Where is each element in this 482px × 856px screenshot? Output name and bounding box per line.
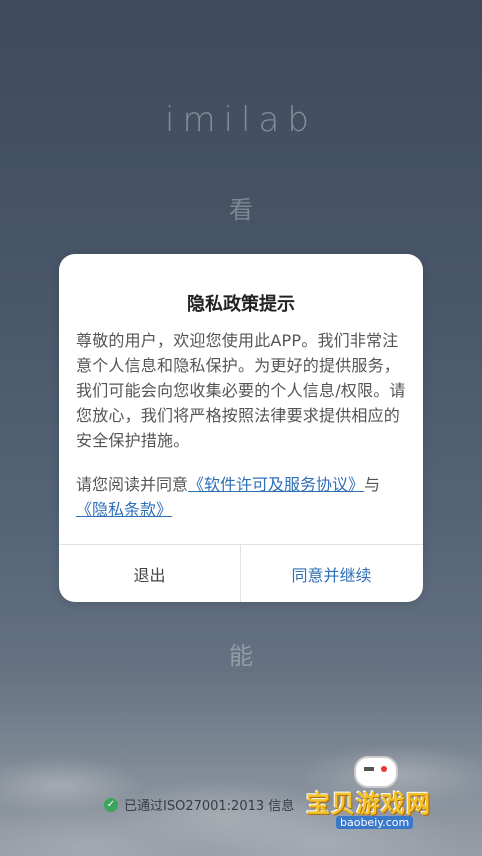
- dialog-title: 隐私政策提示: [187, 294, 295, 315]
- slogan-top: 看: [229, 196, 253, 224]
- license-agreement-link[interactable]: 《软件许可及服务协议》: [188, 475, 364, 494]
- agree-continue-button[interactable]: 同意并继续: [241, 545, 422, 602]
- agreement-text: 请您阅读并同意《软件许可及服务协议》与《隐私条款》: [76, 472, 410, 522]
- app-logo: imilab: [165, 100, 317, 140]
- site-watermark: 宝贝游戏网 baobeiy.com: [302, 756, 452, 836]
- privacy-dialog: 隐私政策提示 尊敬的用户，欢迎您使用此APP。我们非常注意个人信息和隐私保护。为…: [59, 254, 423, 602]
- watermark-url: baobeiy.com: [336, 816, 414, 829]
- agree-prefix: 请您阅读并同意: [76, 475, 189, 494]
- certification-notice: ✓ 已通过ISO27001:2013 信息: [104, 795, 294, 814]
- watermark-text: 宝贝游戏网: [306, 790, 431, 818]
- certification-text: 已通过ISO27001:2013 信息: [124, 799, 295, 814]
- check-icon: ✓: [104, 797, 118, 812]
- exit-button[interactable]: 退出: [59, 545, 240, 602]
- privacy-terms-link[interactable]: 《隐私条款》: [76, 500, 172, 519]
- dialog-body: 尊敬的用户，欢迎您使用此APP。我们非常注意个人信息和隐私保护。为更好的提供服务…: [76, 331, 406, 450]
- agree-middle: 与: [364, 475, 381, 494]
- slogan-bottom: 能: [229, 642, 253, 670]
